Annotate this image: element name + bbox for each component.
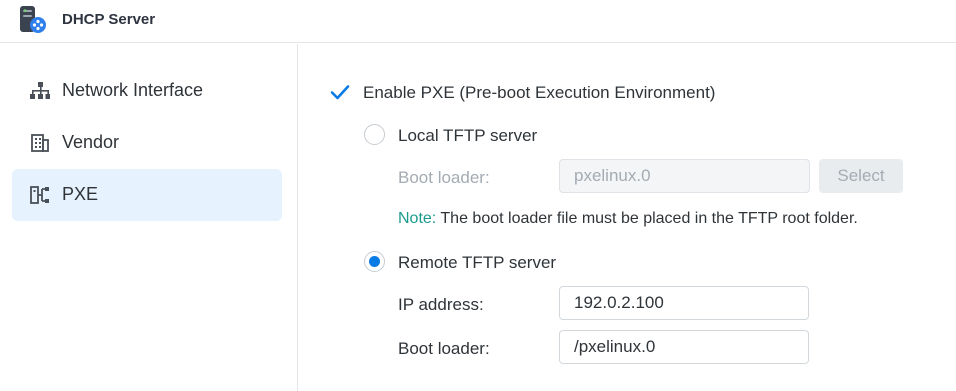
network-tree-icon — [30, 81, 51, 101]
sidebar-item-vendor[interactable]: Vendor — [12, 117, 282, 169]
remote-tftp-radio[interactable] — [364, 251, 385, 272]
note-text: The boot loader file must be placed in t… — [436, 210, 858, 227]
ip-address-label: IP address: — [398, 295, 484, 314]
pxe-icon — [30, 185, 50, 205]
sidebar-item-label: Network Interface — [62, 80, 204, 100]
local-boot-loader-field[interactable]: pxelinux.0 — [559, 159, 810, 193]
remote-tftp-label: Remote TFTP server — [398, 253, 557, 272]
remote-boot-loader-label: Boot loader: — [398, 339, 490, 358]
sidebar-item-label: PXE — [62, 184, 99, 204]
sidebar: Network Interface Vendor PXE — [0, 44, 298, 391]
building-icon — [30, 133, 50, 153]
boot-loader-note: Note: The boot loader file must be place… — [398, 210, 858, 228]
window-title: DHCP Server — [62, 11, 156, 28]
note-key: Note: — [398, 210, 437, 227]
enable-pxe-label: Enable PXE (Pre-boot Execution Environme… — [363, 83, 716, 102]
enable-pxe-checkbox[interactable] — [330, 82, 350, 102]
ip-address-field[interactable]: 192.0.2.100 — [559, 286, 809, 320]
local-boot-loader-label: Boot loader: — [398, 168, 490, 187]
local-tftp-label: Local TFTP server — [398, 126, 538, 145]
select-boot-loader-button[interactable]: Select — [819, 159, 903, 193]
sidebar-item-pxe[interactable]: PXE — [12, 169, 282, 221]
local-tftp-radio[interactable] — [364, 124, 385, 145]
dhcp-server-app-icon — [19, 6, 47, 34]
sidebar-item-label: Vendor — [62, 132, 120, 152]
sidebar-item-network-interface[interactable]: Network Interface — [12, 65, 282, 117]
remote-boot-loader-field[interactable]: /pxelinux.0 — [559, 330, 809, 364]
window-titlebar: DHCP Server — [0, 0, 956, 43]
pxe-settings-panel: Enable PXE (Pre-boot Execution Environme… — [299, 44, 956, 391]
